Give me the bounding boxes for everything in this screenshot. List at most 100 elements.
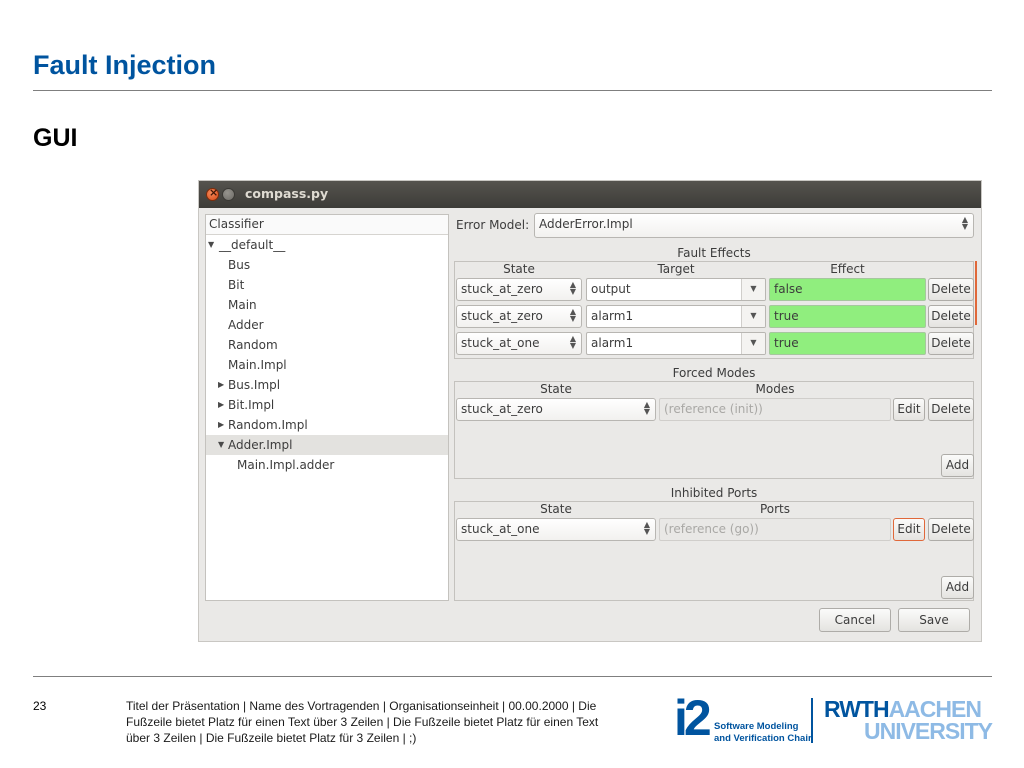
error-model-label: Error Model: — [456, 218, 530, 232]
triangle-down-icon[interactable]: ▼ — [741, 306, 765, 327]
forced-mode-modes-field: (reference (init)) — [659, 398, 891, 421]
forced-mode-modes-value: (reference (init)) — [664, 402, 763, 416]
fault-state-combo[interactable]: stuck_at_zero ▲ ▼ — [456, 305, 582, 328]
forced-mode-edit-button[interactable]: Edit — [893, 398, 925, 421]
classifier-tree-body: ▼ __default__ Bus Bit Main Adder Random Main.Im… — [206, 235, 448, 475]
classifier-tree[interactable]: Classifier ▼ __default__ Bus Bit Main Adder Ra… — [205, 214, 449, 601]
inhibited-port-add-button[interactable]: Add — [941, 576, 974, 599]
rwth-logo: RWTHAACHEN UNIVERSITY — [824, 698, 993, 744]
i2-logo-text: Software Modeling and Verification Chair — [714, 721, 812, 745]
footer-text: Titel der Präsentation | Name des Vortra… — [126, 699, 599, 745]
fault-effects-col-effect: Effect — [830, 262, 865, 276]
triangle-down-icon[interactable]: ▼ — [741, 279, 765, 300]
tree-item[interactable]: ▼ Adder.Impl — [206, 435, 448, 455]
rwth-logo-line1: RWTHAACHEN — [824, 698, 992, 721]
title-divider — [33, 90, 992, 91]
inhibited-port-delete-button[interactable]: Delete — [928, 518, 974, 541]
tree-item-label: Bus.Impl — [228, 378, 281, 392]
logo-separator — [811, 698, 813, 743]
tree-item-label: Bus — [228, 258, 251, 272]
fault-effects-col-target: Target — [657, 262, 695, 276]
fault-effects-title: Fault Effects — [677, 246, 751, 260]
tree-item-label: Random.Impl — [228, 418, 308, 432]
inhibited-ports-col-ports: Ports — [759, 502, 791, 516]
fault-target-value: alarm1 — [591, 336, 634, 350]
forced-mode-delete-button[interactable]: Delete — [928, 398, 974, 421]
triangle-down-icon[interactable]: ▼ — [208, 235, 214, 255]
tree-item[interactable]: Main.Impl — [206, 355, 448, 375]
fault-effect-value: false — [774, 282, 803, 296]
triangle-down-icon[interactable]: ▼ — [741, 333, 765, 354]
cancel-button[interactable]: Cancel — [819, 608, 891, 632]
spinner-arrows-icon: ▲ ▼ — [569, 334, 576, 350]
inhibited-port-edit-button[interactable]: Edit — [893, 518, 925, 541]
fault-target-combo[interactable]: alarm1 ▼ — [586, 305, 766, 328]
triangle-right-icon[interactable]: ▶ — [218, 395, 224, 415]
fault-target-combo[interactable]: output ▼ — [586, 278, 766, 301]
tree-item[interactable]: ▶ Bit.Impl — [206, 395, 448, 415]
i2-logo-mark: i2 — [674, 690, 712, 746]
fault-delete-button[interactable]: Delete — [928, 332, 974, 355]
fault-state-combo[interactable]: stuck_at_zero ▲ ▼ — [456, 278, 582, 301]
triangle-down-icon[interactable]: ▼ — [218, 435, 224, 455]
fault-effects-scrollbar[interactable] — [975, 261, 977, 325]
triangle-right-icon[interactable]: ▶ — [218, 415, 224, 435]
slide-subtitle: GUI — [33, 124, 78, 152]
tree-item[interactable]: ▶ Bus.Impl — [206, 375, 448, 395]
tree-item[interactable]: ▶ Random.Impl — [206, 415, 448, 435]
forced-modes-title: Forced Modes — [672, 366, 756, 380]
tree-item[interactable]: Adder — [206, 315, 448, 335]
tree-item[interactable]: Bit — [206, 275, 448, 295]
inhibited-port-state-value: stuck_at_one — [461, 522, 540, 536]
tree-item-label: Adder.Impl — [228, 438, 293, 452]
spinner-arrows-icon: ▲ ▼ — [961, 215, 968, 231]
forced-mode-state-combo[interactable]: stuck_at_zero ▲ ▼ — [456, 398, 656, 421]
spinner-arrows-icon: ▲ ▼ — [569, 307, 576, 323]
fault-effect-input[interactable]: true — [769, 332, 926, 355]
fault-effect-input[interactable]: false — [769, 278, 926, 301]
app-window: compass.py Classifier ▼ __default__ Bus Bit… — [198, 180, 982, 642]
forced-modes-col-state: State — [540, 382, 572, 396]
triangle-right-icon[interactable]: ▶ — [218, 375, 224, 395]
fault-effects-col-state: State — [503, 262, 535, 276]
tree-item[interactable]: Bus — [206, 255, 448, 275]
tree-item[interactable]: Main.Impl.adder — [206, 455, 448, 475]
tree-item[interactable]: Random — [206, 335, 448, 355]
inhibited-port-ports-field: (reference (go)) — [659, 518, 891, 541]
fault-delete-button[interactable]: Delete — [928, 278, 974, 301]
fault-delete-button[interactable]: Delete — [928, 305, 974, 328]
forced-mode-state-value: stuck_at_zero — [461, 402, 543, 416]
tree-item[interactable]: Main — [206, 295, 448, 315]
forced-modes-col-modes: Modes — [755, 382, 795, 396]
tree-item-label: Bit.Impl — [228, 398, 275, 412]
tree-item-label: Adder — [228, 318, 264, 332]
save-button[interactable]: Save — [898, 608, 970, 632]
window-close-icon[interactable] — [206, 186, 219, 201]
inhibited-port-ports-value: (reference (go)) — [664, 522, 759, 536]
window-titlebar[interactable]: compass.py — [199, 181, 981, 208]
spinner-arrows-icon: ▲ ▼ — [569, 280, 576, 296]
inhibited-ports-title: Inhibited Ports — [670, 486, 758, 500]
error-model-combo[interactable]: AdderError.Impl ▲ ▼ — [534, 213, 974, 238]
inhibited-port-state-combo[interactable]: stuck_at_one ▲ ▼ — [456, 518, 656, 541]
tree-item-label: Main — [228, 298, 257, 312]
inhibited-ports-panel — [454, 501, 974, 601]
tree-item[interactable]: ▼ __default__ — [206, 235, 448, 255]
fault-target-value: output — [591, 282, 631, 296]
tree-item-label: Random — [228, 338, 278, 352]
fault-target-combo[interactable]: alarm1 ▼ — [586, 332, 766, 355]
rwth-logo-university: UNIVERSITY — [863, 718, 993, 744]
tree-item-label: Main.Impl.adder — [237, 458, 335, 472]
forced-mode-add-button[interactable]: Add — [941, 454, 974, 477]
classifier-header: Classifier — [206, 215, 448, 235]
i2-chair-logo: i2 Software Modeling and Verification Ch… — [674, 690, 814, 746]
window-title: compass.py — [245, 186, 329, 201]
window-minimize-icon[interactable] — [222, 188, 235, 201]
page-number: 23 — [33, 699, 47, 713]
fault-effect-input[interactable]: true — [769, 305, 926, 328]
fault-state-value: stuck_at_zero — [461, 309, 543, 323]
spinner-arrows-icon: ▲ ▼ — [643, 400, 650, 416]
fault-state-combo[interactable]: stuck_at_one ▲ ▼ — [456, 332, 582, 355]
slide-title: Fault Injection — [33, 50, 217, 80]
tree-item-label: Main.Impl — [228, 358, 287, 372]
